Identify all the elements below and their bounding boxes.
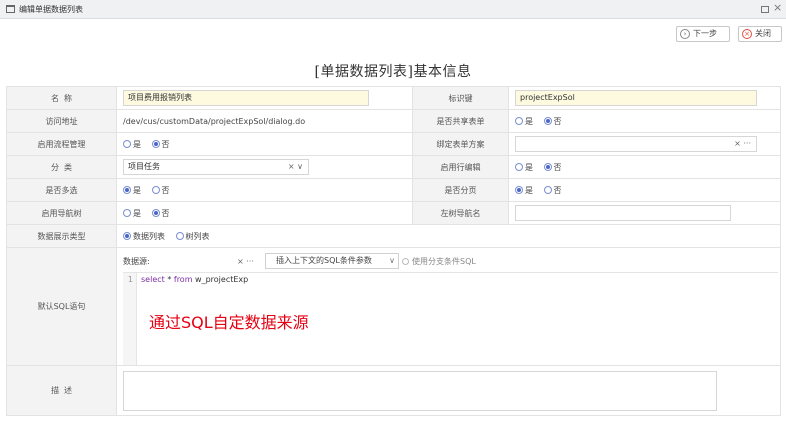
line-number: 1 bbox=[123, 272, 137, 365]
form-table: 名 称 项目费用报销列表 标识键 projectExpSol 访问地址 /dev… bbox=[6, 86, 781, 416]
identifier-label: 标识键 bbox=[412, 86, 509, 110]
maximize-icon[interactable] bbox=[761, 6, 769, 13]
paging-no-radio[interactable] bbox=[543, 186, 552, 194]
chevron-down-icon: ∨ bbox=[389, 255, 395, 265]
row-edit-yes-label: 是 bbox=[525, 162, 533, 172]
window-icon bbox=[6, 5, 15, 13]
bind-form-select[interactable]: × ··· bbox=[515, 136, 757, 152]
paging-yes-radio[interactable] bbox=[515, 186, 523, 194]
form-row: 描 述 bbox=[6, 365, 781, 416]
close-label: 关闭 bbox=[755, 29, 771, 38]
nav-tree-no-label: 否 bbox=[161, 208, 170, 218]
sql-area: 数据源: × ··· 插入上下文的SQL条件参数 ∨ 使用分支条件SQL 1 s… bbox=[117, 249, 780, 365]
display-list-label: 数据列表 bbox=[133, 231, 165, 241]
workflow-yes-label: 是 bbox=[133, 139, 141, 149]
row-edit-no-label: 否 bbox=[553, 162, 562, 172]
sql-editor[interactable]: 1 select * from w_projectExp 通过SQL自定数据来源 bbox=[123, 271, 778, 365]
insert-sql-param-select[interactable]: 插入上下文的SQL条件参数 ∨ bbox=[265, 252, 399, 269]
paging-yes-label: 是 bbox=[525, 185, 533, 195]
next-icon: › bbox=[680, 29, 690, 39]
branch-sql-label: 使用分支条件SQL bbox=[412, 256, 476, 266]
form-row: 访问地址 /dev/cus/customData/projectExpSol/d… bbox=[6, 109, 781, 133]
multi-select-yes-radio[interactable] bbox=[123, 186, 131, 194]
name-label: 名 称 bbox=[6, 86, 117, 110]
sql-label: 默认SQL语句 bbox=[6, 247, 117, 366]
shared-no-radio[interactable] bbox=[543, 117, 552, 125]
display-list-radio[interactable] bbox=[123, 232, 131, 240]
display-tree-label: 树列表 bbox=[185, 231, 210, 241]
window-title: 编辑单据数据列表 bbox=[19, 5, 83, 14]
row-edit-label: 启用行编辑 bbox=[412, 155, 509, 179]
close-button[interactable]: × 关闭 bbox=[738, 26, 782, 42]
sql-keyword-select: select bbox=[141, 274, 165, 284]
nav-tree-label: 启用导航树 bbox=[6, 201, 117, 225]
paging-label: 是否分页 bbox=[412, 178, 509, 202]
workflow-no-radio[interactable] bbox=[151, 140, 160, 148]
display-type-label: 数据展示类型 bbox=[6, 224, 117, 248]
multi-select-label: 是否多选 bbox=[6, 178, 117, 202]
shared-yes-radio[interactable] bbox=[515, 117, 523, 125]
workflow-yes-radio[interactable] bbox=[123, 140, 131, 148]
identifier-input[interactable]: projectExpSol bbox=[515, 90, 757, 106]
multi-select-no-radio[interactable] bbox=[151, 186, 160, 194]
nav-tree-yes-label: 是 bbox=[133, 208, 141, 218]
workflow-no-label: 否 bbox=[161, 139, 170, 149]
next-step-label: 下一步 bbox=[693, 29, 717, 38]
branch-sql-checkbox[interactable] bbox=[402, 257, 409, 265]
form-row: 名 称 项目费用报销列表 标识键 projectExpSol bbox=[6, 86, 781, 110]
branch-sql-toggle[interactable]: 使用分支条件SQL bbox=[402, 256, 476, 267]
row-edit-yes-radio[interactable] bbox=[515, 163, 523, 171]
multi-select-yes-label: 是 bbox=[133, 185, 141, 195]
form-row: 启用流程管理 是 否 绑定表单方案 × ··· bbox=[6, 132, 781, 156]
category-clear-chevron[interactable]: × ∨ bbox=[288, 160, 303, 174]
url-value: /dev/cus/customData/projectExpSol/dialog… bbox=[116, 109, 413, 133]
description-textarea[interactable] bbox=[123, 370, 717, 411]
form-row: 默认SQL语句 数据源: × ··· 插入上下文的SQL条件参数 ∨ 使用分支条… bbox=[6, 247, 781, 366]
description-label: 描 述 bbox=[6, 365, 117, 416]
name-input[interactable]: 项目费用报销列表 bbox=[123, 90, 369, 106]
close-icon[interactable]: × bbox=[773, 2, 782, 14]
url-label: 访问地址 bbox=[6, 109, 117, 133]
sql-table-name: w_projectExp bbox=[192, 274, 249, 284]
sql-star: * bbox=[164, 274, 174, 284]
form-row: 数据展示类型 数据列表 树列表 bbox=[6, 224, 781, 248]
row-edit-no-radio[interactable] bbox=[543, 163, 552, 171]
next-step-button[interactable]: › 下一步 bbox=[676, 26, 730, 42]
close-circle-icon: × bbox=[742, 29, 752, 39]
window-titlebar: 编辑单据数据列表 × bbox=[0, 0, 786, 19]
left-tree-name-label: 左树导航名 bbox=[412, 201, 509, 225]
display-tree-radio[interactable] bbox=[175, 232, 184, 240]
shared-no-label: 否 bbox=[553, 116, 562, 126]
nav-tree-no-radio[interactable] bbox=[151, 209, 160, 217]
category-label: 分 类 bbox=[6, 155, 117, 179]
nav-tree-yes-radio[interactable] bbox=[123, 209, 131, 217]
form-row: 分 类 项目任务 × ∨ 启用行编辑 是 否 bbox=[6, 155, 781, 179]
multi-select-no-label: 否 bbox=[161, 185, 170, 195]
sql-code-line: select * from w_projectExp bbox=[141, 275, 248, 284]
annotation-note: 通过SQL自定数据来源 bbox=[149, 312, 309, 332]
sql-toolbar: 数据源: × ··· 插入上下文的SQL条件参数 ∨ 使用分支条件SQL bbox=[123, 252, 763, 269]
paging-no-label: 否 bbox=[553, 185, 562, 195]
form-row: 是否多选 是 否 是否分页 是 否 bbox=[6, 178, 781, 202]
page-title: [单据数据列表]基本信息 bbox=[314, 64, 472, 80]
form-row: 启用导航树 是 否 左树导航名 bbox=[6, 201, 781, 225]
category-select[interactable]: 项目任务 × ∨ bbox=[123, 159, 309, 175]
datasource-clear-browse[interactable]: × ··· bbox=[237, 257, 254, 266]
bind-form-label: 绑定表单方案 bbox=[412, 132, 509, 156]
insert-sql-param-label: 插入上下文的SQL条件参数 bbox=[276, 255, 372, 265]
shared-label: 是否共享表单 bbox=[412, 109, 509, 133]
category-value: 项目任务 bbox=[128, 162, 160, 171]
workflow-label: 启用流程管理 bbox=[6, 132, 117, 156]
sql-keyword-from: from bbox=[173, 274, 193, 284]
bind-form-clear-browse[interactable]: × ··· bbox=[734, 137, 751, 151]
datasource-label: 数据源: bbox=[123, 256, 150, 266]
shared-yes-label: 是 bbox=[525, 116, 533, 126]
left-tree-name-input[interactable] bbox=[515, 205, 731, 221]
